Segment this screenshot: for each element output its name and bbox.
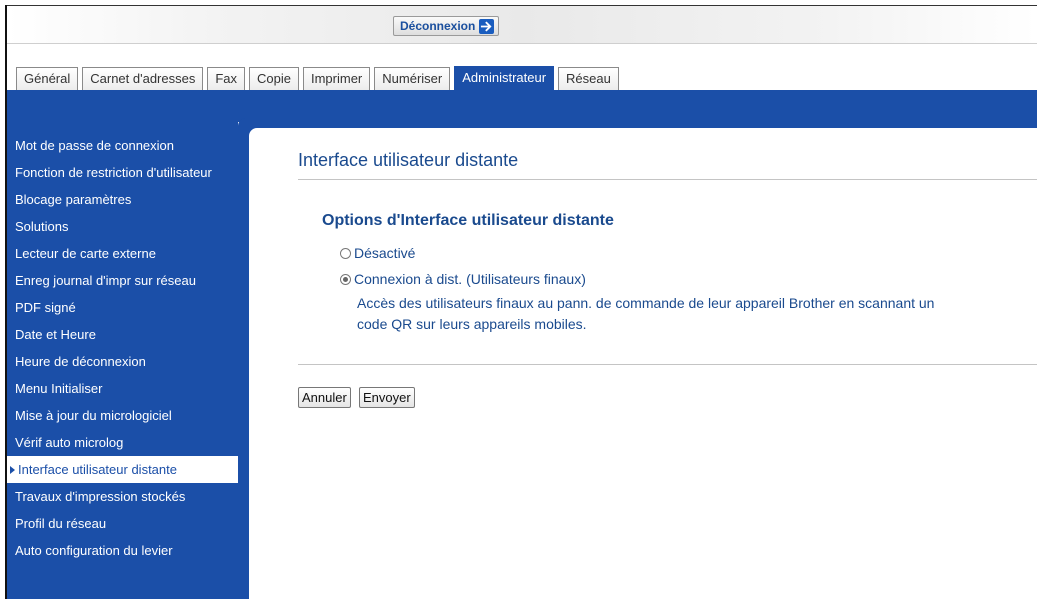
logout-button[interactable]: Déconnexion [393, 16, 500, 36]
sidebar-item-remote-ui[interactable]: Interface utilisateur distante [7, 456, 238, 483]
logout-label: Déconnexion [400, 19, 476, 33]
description-line-2: code QR sur leurs appareils mobiles. [357, 316, 587, 332]
option-remote-connection[interactable]: Connexion à dist. (Utilisateurs finaux) [340, 271, 586, 287]
sidebar-item-stored-print-jobs[interactable]: Travaux d'impression stockés [7, 483, 238, 510]
sidebar-item-print-log[interactable]: Enreg journal d'impr sur réseau [7, 267, 238, 294]
section-title: Options d'Interface utilisateur distante [322, 212, 614, 229]
tab-general[interactable]: Général [16, 67, 79, 90]
tab-administrator[interactable]: Administrateur [454, 66, 555, 90]
sidebar: Mot de passe de connexion Fonction de re… [7, 122, 238, 599]
sidebar-item-reset-menu[interactable]: Menu Initialiser [7, 375, 238, 402]
sidebar-item-login-password[interactable]: Mot de passe de connexion [7, 132, 238, 159]
radio-remote-connection[interactable] [340, 273, 351, 285]
sidebar-item-settings-lock[interactable]: Blocage paramètres [7, 186, 238, 213]
tab-fax[interactable]: Fax [207, 67, 246, 90]
tab-scan[interactable]: Numériser [374, 67, 451, 90]
sidebar-item-lever-auto-config[interactable]: Auto configuration du levier [7, 537, 238, 564]
option-remote-connection-label: Connexion à dist. (Utilisateurs finaux) [354, 271, 586, 287]
tab-print[interactable]: Imprimer [302, 67, 371, 90]
tab-copy[interactable]: Copie [249, 67, 299, 90]
caret-right-icon [10, 466, 15, 474]
page-title: Interface utilisateur distante [298, 150, 519, 170]
arrow-right-icon [479, 18, 495, 34]
top-bar [7, 6, 1037, 44]
tab-address-book[interactable]: Carnet d'adresses [82, 67, 204, 90]
sidebar-item-label: Interface utilisateur distante [18, 462, 177, 477]
sidebar-item-signed-pdf[interactable]: PDF signé [7, 294, 238, 321]
sidebar-item-logout-time[interactable]: Heure de déconnexion [7, 348, 238, 375]
sidebar-item-auto-firmware-check[interactable]: Vérif auto microlog [7, 429, 238, 456]
tab-network[interactable]: Réseau [558, 67, 619, 90]
submit-button[interactable]: Envoyer [359, 387, 415, 408]
description-line-1: Accès des utilisateurs finaux au pann. d… [357, 295, 935, 311]
bottom-divider [298, 364, 1037, 365]
sidebar-item-solutions[interactable]: Solutions [7, 213, 238, 240]
tab-bar: Général Carnet d'adresses Fax Copie Impr… [7, 66, 623, 90]
sidebar-item-firmware-update[interactable]: Mise à jour du micrologiciel [7, 402, 238, 429]
sidebar-item-external-card-reader[interactable]: Lecteur de carte externe [7, 240, 238, 267]
sidebar-item-network-profile[interactable]: Profil du réseau [7, 510, 238, 537]
radio-disabled[interactable] [340, 247, 351, 259]
option-disabled[interactable]: Désactivé [340, 245, 415, 261]
sidebar-item-user-restriction[interactable]: Fonction de restriction d'utilisateur [7, 159, 238, 186]
option-disabled-label: Désactivé [354, 245, 416, 261]
option-description: Accès des utilisateurs finaux au pann. d… [357, 293, 997, 335]
title-divider [298, 179, 1037, 180]
cancel-button[interactable]: Annuler [298, 387, 351, 408]
sidebar-item-date-time[interactable]: Date et Heure [7, 321, 238, 348]
